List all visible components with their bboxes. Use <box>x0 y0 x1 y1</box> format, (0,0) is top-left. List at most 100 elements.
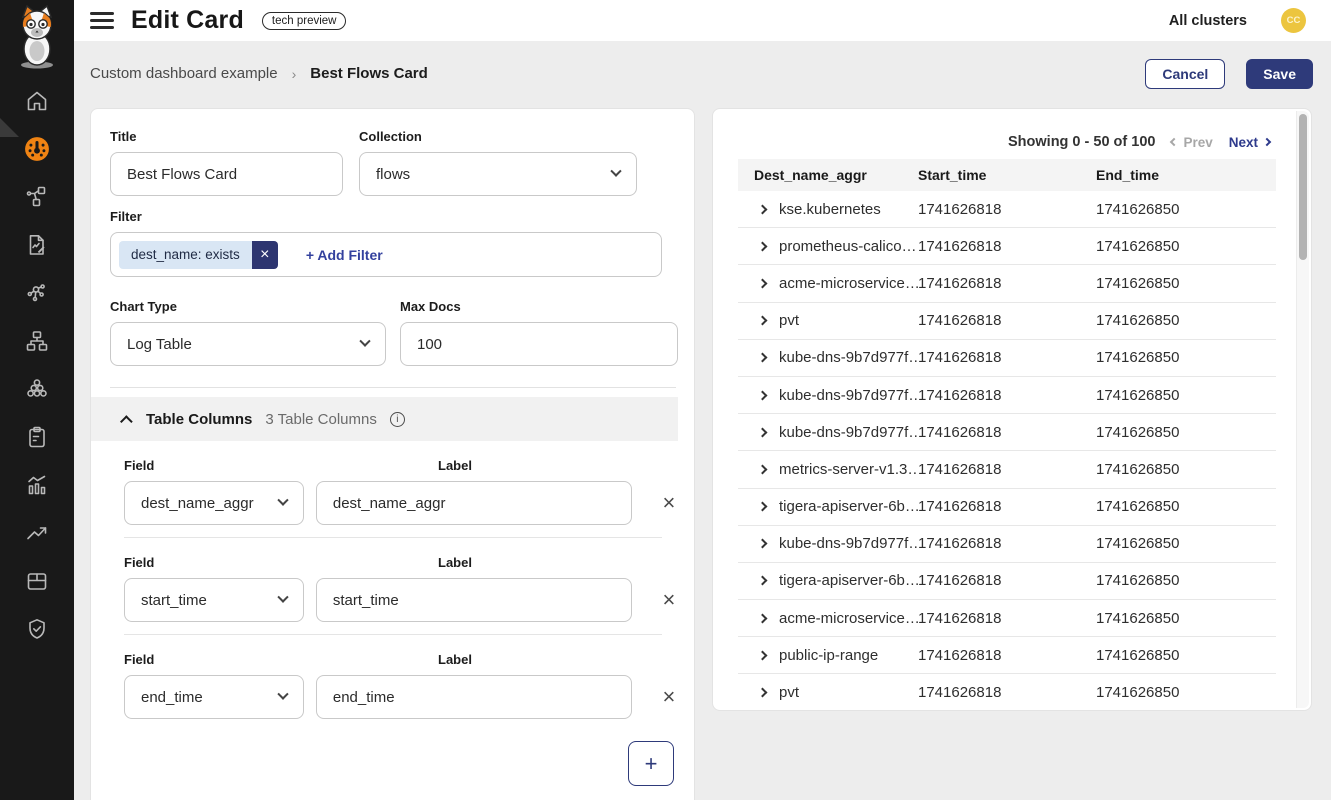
title-label: Title <box>110 129 343 144</box>
topology-icon[interactable] <box>23 329 51 353</box>
cell-start-time: 1741626818 <box>918 238 1096 255</box>
remove-column-icon[interactable] <box>662 686 676 708</box>
field-value: end_time <box>141 689 203 706</box>
row-expander-icon[interactable] <box>758 464 768 474</box>
reports-icon[interactable] <box>23 233 51 257</box>
table-row[interactable]: tigera-apiserver-6b… 1741626818 17416268… <box>738 489 1276 526</box>
label-label: Label <box>438 555 472 570</box>
table-row[interactable]: metrics-server-v1.3… 1741626818 17416268… <box>738 451 1276 488</box>
filter-label: Filter <box>110 209 676 224</box>
chart-type-select[interactable]: Log Table <box>110 322 386 366</box>
avatar[interactable]: CC <box>1281 8 1306 33</box>
table-row[interactable]: kube-dns-9b7d977f… 1741626818 1741626850 <box>738 340 1276 377</box>
remove-filter-icon[interactable] <box>252 241 278 269</box>
chart-type-label: Chart Type <box>110 299 386 314</box>
column-header: Start_time <box>918 167 1096 183</box>
divider <box>124 634 662 635</box>
scrollbar-thumb[interactable] <box>1299 114 1307 260</box>
row-expander-icon[interactable] <box>758 688 768 698</box>
label-input[interactable] <box>316 481 632 525</box>
cell-start-time: 1741626818 <box>918 572 1096 589</box>
add-column-button[interactable]: + <box>628 741 674 786</box>
table-row[interactable]: pvt 1741626818 1741626850 <box>738 674 1276 711</box>
cluster-selector[interactable]: All clusters <box>1169 13 1247 29</box>
cell-dest-name-aggr: kube-dns-9b7d977f… <box>779 387 918 404</box>
table-row[interactable]: prometheus-calico… 1741626818 1741626850 <box>738 228 1276 265</box>
row-expander-icon[interactable] <box>758 279 768 289</box>
preview-table: Dest_name_aggrStart_timeEnd_time kse.kub… <box>738 159 1276 711</box>
remove-column-icon[interactable] <box>662 492 676 514</box>
row-expander-icon[interactable] <box>758 502 768 512</box>
field-select[interactable]: end_time <box>124 675 304 719</box>
field-select[interactable]: start_time <box>124 578 304 622</box>
cell-start-time: 1741626818 <box>918 349 1096 366</box>
row-expander-icon[interactable] <box>758 576 768 586</box>
pagination: Showing 0 - 50 of 100 Prev Next <box>1008 134 1270 150</box>
save-button[interactable]: Save <box>1246 59 1313 89</box>
row-expander-icon[interactable] <box>758 390 768 400</box>
row-expander-icon[interactable] <box>758 241 768 251</box>
clusters-icon[interactable] <box>23 377 51 401</box>
table-header-row: Dest_name_aggrStart_timeEnd_time <box>738 159 1276 191</box>
security-shield-icon[interactable] <box>23 617 51 641</box>
row-expander-icon[interactable] <box>758 650 768 660</box>
next-page-button[interactable]: Next <box>1229 135 1270 150</box>
column-header: End_time <box>1096 167 1276 183</box>
packages-icon[interactable] <box>23 569 51 593</box>
dashboards-icon[interactable] <box>23 137 51 161</box>
scrollbar-track[interactable] <box>1296 111 1309 708</box>
row-expander-icon[interactable] <box>758 427 768 437</box>
chevron-left-icon <box>1170 138 1178 146</box>
cell-start-time: 1741626818 <box>918 684 1096 701</box>
service-graph-icon[interactable] <box>23 281 51 305</box>
chevron-right-icon <box>1263 138 1271 146</box>
breadcrumb-row: Custom dashboard example › Best Flows Ca… <box>74 41 1331 106</box>
table-row[interactable]: acme-microservice… 1741626818 1741626850 <box>738 265 1276 302</box>
cell-start-time: 1741626818 <box>918 312 1096 329</box>
title-input[interactable] <box>110 152 343 196</box>
row-expander-icon[interactable] <box>758 316 768 326</box>
cell-end-time: 1741626850 <box>1096 387 1276 404</box>
row-expander-icon[interactable] <box>758 353 768 363</box>
network-flows-icon[interactable] <box>23 185 51 209</box>
table-row[interactable]: tigera-apiserver-6b… 1741626818 17416268… <box>738 563 1276 600</box>
cell-dest-name-aggr: tigera-apiserver-6b… <box>779 498 918 515</box>
table-row[interactable]: kube-dns-9b7d977f… 1741626818 1741626850 <box>738 526 1276 563</box>
home-icon[interactable] <box>23 89 51 113</box>
collection-select[interactable]: flows <box>359 152 637 196</box>
table-row[interactable]: public-ip-range 1741626818 1741626850 <box>738 637 1276 674</box>
cell-end-time: 1741626850 <box>1096 610 1276 627</box>
row-expander-icon[interactable] <box>758 539 768 549</box>
add-filter-link[interactable]: + Add Filter <box>306 247 383 263</box>
filter-input[interactable]: dest_name: exists + Add Filter <box>110 232 662 277</box>
label-label: Label <box>438 458 472 473</box>
label-input[interactable] <box>316 675 632 719</box>
breadcrumb-parent[interactable]: Custom dashboard example <box>90 65 278 82</box>
cancel-button[interactable]: Cancel <box>1145 59 1225 89</box>
trending-icon[interactable] <box>23 521 51 545</box>
table-row[interactable]: acme-microservice… 1741626818 1741626850 <box>738 600 1276 637</box>
chevron-down-icon <box>277 495 288 506</box>
table-columns-summary: 3 Table Columns <box>265 411 376 428</box>
log-analytics-icon[interactable] <box>23 473 51 497</box>
cell-end-time: 1741626850 <box>1096 349 1276 366</box>
label-input[interactable] <box>316 578 632 622</box>
row-expander-icon[interactable] <box>758 613 768 623</box>
cell-end-time: 1741626850 <box>1096 312 1276 329</box>
table-row[interactable]: pvt 1741626818 1741626850 <box>738 303 1276 340</box>
table-columns-accordion[interactable]: Table Columns 3 Table Columns <box>91 397 678 441</box>
compliance-icon[interactable] <box>23 425 51 449</box>
menu-icon[interactable] <box>90 12 114 29</box>
prev-page-button[interactable]: Prev <box>1171 135 1212 150</box>
table-row[interactable]: kube-dns-9b7d977f… 1741626818 1741626850 <box>738 377 1276 414</box>
table-row[interactable]: kse.kubernetes 1741626818 1741626850 <box>738 191 1276 228</box>
max-docs-input[interactable] <box>400 322 678 366</box>
table-row[interactable]: kube-dns-9b7d977f… 1741626818 1741626850 <box>738 414 1276 451</box>
remove-column-icon[interactable] <box>662 589 676 611</box>
breadcrumb-separator: › <box>292 66 297 82</box>
cell-end-time: 1741626850 <box>1096 461 1276 478</box>
field-select[interactable]: dest_name_aggr <box>124 481 304 525</box>
row-expander-icon[interactable] <box>758 204 768 214</box>
info-icon[interactable] <box>390 412 405 427</box>
cell-dest-name-aggr: kube-dns-9b7d977f… <box>779 424 918 441</box>
